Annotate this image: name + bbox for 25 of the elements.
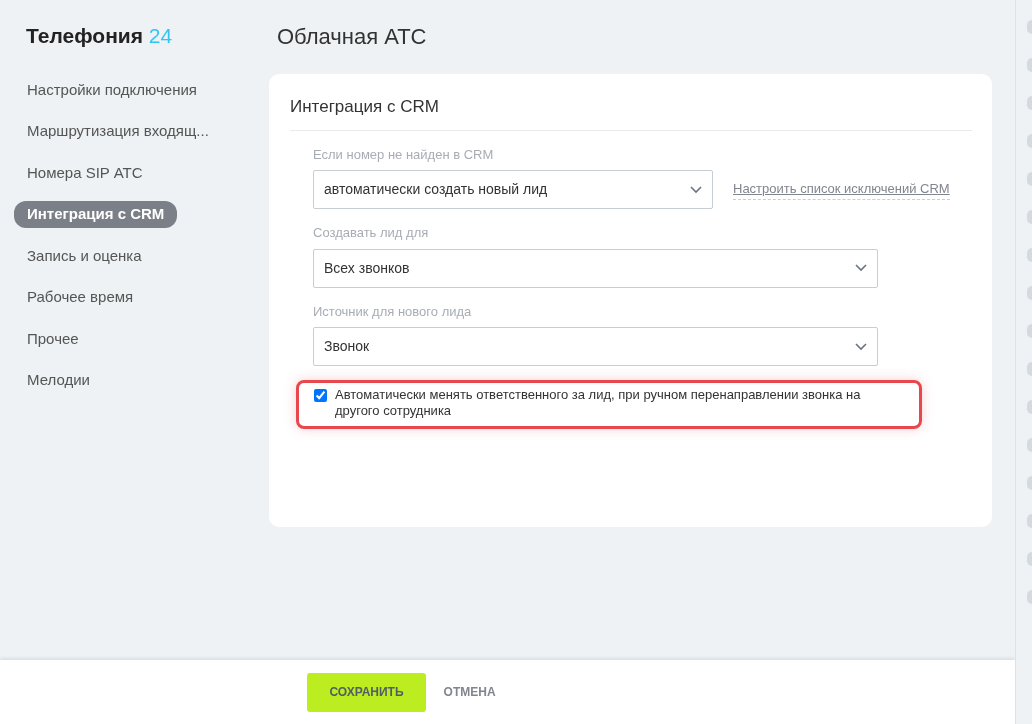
cancel-button[interactable]: ОТМЕНА	[431, 683, 508, 701]
field-label: Создавать лид для	[313, 224, 430, 242]
field-label: Если номер не найден в CRM	[313, 145, 495, 164]
sidebar-item[interactable]: Мелодии	[14, 367, 103, 394]
sidebar-item[interactable]: Маршрутизация входящ...	[14, 118, 222, 145]
card-title: Интеграция с CRM	[290, 94, 972, 131]
checkbox-label: Автоматически менять ответственного за лид, при ручном перенаправлении звонка на другого сотрудника	[335, 387, 862, 420]
sidebar-item[interactable]: Прочее	[14, 325, 92, 352]
field-label: Источник для нового лида	[313, 302, 473, 321]
app-title: Телефония 24	[25, 23, 174, 49]
dropdown[interactable]: Всех звонков	[313, 248, 878, 288]
dropdown[interactable]: автоматически создать новый лид	[313, 170, 713, 209]
dropdown[interactable]: Звонок	[313, 327, 878, 366]
chevron-icon	[690, 185, 702, 194]
exclusions-link[interactable]: Настроить список исключений CRM	[733, 179, 950, 200]
sidebar-item[interactable]: Запись и оценка	[14, 242, 155, 269]
checkbox[interactable]	[314, 389, 327, 402]
chevron-icon	[855, 264, 867, 272]
sidebar-item[interactable]: Настройки подключения	[14, 76, 210, 103]
sidebar-item[interactable]: Интеграция с CRM	[14, 201, 178, 228]
sidebar-item[interactable]: Номера SIP АТС	[14, 159, 156, 186]
sidebar-item[interactable]: Рабочее время	[14, 284, 147, 311]
chevron-icon	[855, 342, 867, 351]
page-title: Облачная АТС	[277, 23, 428, 51]
save-button[interactable]: СОХРАНИТЬ	[307, 672, 426, 712]
